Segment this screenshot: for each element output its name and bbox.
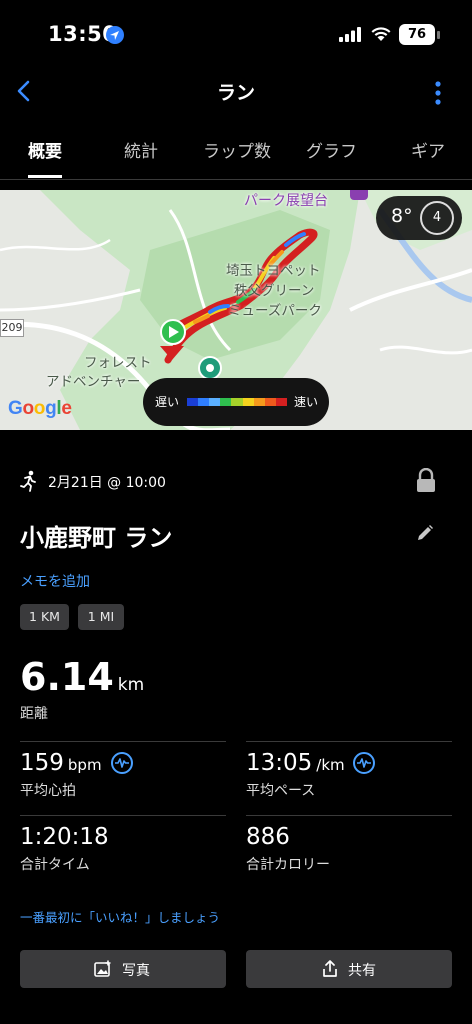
speed-scale-swatch <box>242 398 254 406</box>
pace-zone-icon[interactable] <box>353 752 375 774</box>
split-1km-chip[interactable]: 1 KM <box>20 604 69 630</box>
speed-color-scale <box>187 398 287 406</box>
lock-icon[interactable] <box>416 467 436 498</box>
tab-overview[interactable]: 概要 <box>28 137 62 162</box>
tab-laps[interactable]: ラップ数 <box>203 137 271 162</box>
more-options-button[interactable] <box>428 78 448 108</box>
share-button[interactable]: 共有 <box>246 950 452 988</box>
battery-cap <box>437 31 440 39</box>
page-title: ラン <box>216 82 255 104</box>
tab-bar: 概要 統計 ラップ数 グラフ ギア <box>0 124 472 180</box>
speed-scale-swatch <box>198 398 210 406</box>
divider <box>246 815 452 816</box>
speed-scale-swatch <box>220 398 232 406</box>
calories-value: 886 <box>246 824 290 850</box>
map-label-forest-1: フォレスト <box>84 355 152 371</box>
legend-fast-label: 速い <box>294 395 319 409</box>
weather-pill: 8° 4 <box>376 196 462 240</box>
tab-gear[interactable]: ギア <box>411 137 445 162</box>
total-time-stat: 1:20:18 合計タイム <box>20 824 109 873</box>
add-photo-button[interactable]: 写真 <box>20 950 226 988</box>
calories-stat: 886 合計カロリー <box>246 824 330 873</box>
speed-scale-swatch <box>209 398 221 406</box>
map-label-park-observatory: パーク展望台 <box>244 193 328 209</box>
calories-label: 合計カロリー <box>246 857 330 873</box>
total-time-label: 合計タイム <box>20 857 90 873</box>
share-button-label: 共有 <box>348 963 376 979</box>
first-like-link[interactable]: 一番最初に「いいね！」しましょう <box>20 907 220 926</box>
avg-pace-unit: /km <box>316 756 345 774</box>
speed-scale-swatch <box>253 398 265 406</box>
speed-scale-swatch <box>187 398 199 406</box>
status-bar: 13:50 76 <box>0 0 472 70</box>
distance-unit: km <box>117 675 145 695</box>
battery-level: 76 <box>399 24 435 45</box>
active-tab-indicator <box>28 175 62 178</box>
speed-scale-swatch <box>275 398 287 406</box>
distance-label: 距離 <box>20 706 48 722</box>
map-label-dog-park-3: ミューズパーク <box>228 303 322 319</box>
distance-stat: 6.14 km <box>20 655 144 699</box>
avg-pace-value: 13:05 <box>246 750 313 776</box>
wifi-icon <box>370 25 392 46</box>
add-memo-link[interactable]: メモを追加 <box>20 571 90 591</box>
tab-stats[interactable]: 統計 <box>124 137 158 162</box>
heart-rate-zone-icon[interactable] <box>111 752 133 774</box>
map-label-dog-park-2: 秩父グリーン <box>234 283 315 299</box>
google-logo: Google <box>8 398 72 419</box>
split-1mi-chip[interactable]: 1 MI <box>78 604 124 630</box>
avg-hr-label: 平均心拍 <box>20 783 76 799</box>
running-icon <box>20 470 38 496</box>
photo-button-label: 写真 <box>122 963 150 979</box>
activity-date: 2月21日 @ 10:00 <box>48 475 166 491</box>
location-arrow-icon <box>106 26 124 48</box>
distance-value: 6.14 <box>20 655 114 699</box>
divider <box>20 741 226 742</box>
legend-slow-label: 遅い <box>155 395 180 409</box>
temperature-value: 8° <box>391 205 413 227</box>
map-label-dog-park-1: 埼玉トヨペット <box>226 263 321 279</box>
avg-pace-label: 平均ペース <box>246 783 316 799</box>
divider <box>20 815 226 816</box>
map-label-forest-2: アドベンチャー <box>46 374 141 390</box>
speed-legend: 遅い 速い <box>143 378 329 426</box>
nav-bar: ラン <box>0 70 472 112</box>
avg-hr-unit: bpm <box>67 756 102 774</box>
road-number-badge: 209 <box>0 319 24 337</box>
speed-scale-swatch <box>231 398 243 406</box>
add-photo-icon <box>94 960 112 982</box>
avg-pace-stat: 13:05/km 平均ペース <box>246 750 345 799</box>
wind-speed-icon: 4 <box>420 201 454 235</box>
avg-heart-rate-stat: 159 bpm 平均心拍 <box>20 750 102 799</box>
share-icon <box>321 960 339 982</box>
tab-graph[interactable]: グラフ <box>306 137 357 162</box>
divider <box>246 741 452 742</box>
activity-title: 小鹿野町 ラン <box>20 524 173 552</box>
cellular-signal-icon <box>339 27 361 46</box>
activity-meta: 2月21日 @ 10:00 <box>20 467 460 498</box>
speed-scale-swatch <box>264 398 276 406</box>
edit-pencil-icon[interactable] <box>416 524 434 546</box>
total-time-value: 1:20:18 <box>20 824 109 850</box>
avg-hr-value: 159 <box>20 750 64 776</box>
